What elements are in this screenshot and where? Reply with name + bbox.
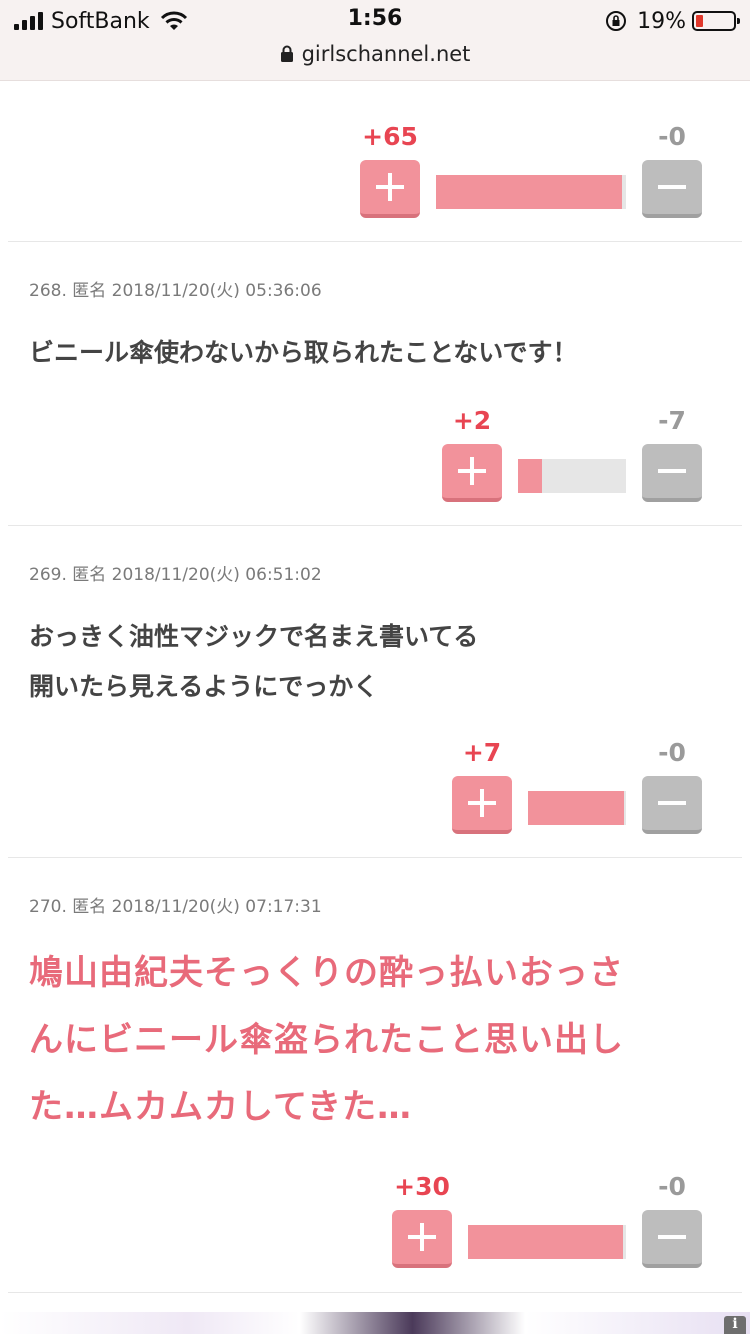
battery-percent: 19% [637,8,686,34]
comment-text-line: んにビニール傘盗られたこと思い出し [29,1020,624,1060]
comment-text-highlighted: 鳩山由紀夫そっくりの酔っ払いおっさ んにビニール傘盗られたこと思い出し た…ムカ… [29,940,719,1141]
browser-top-bar: SoftBank 1:56 19% girlschannel.net [0,0,750,81]
minus-count: -0 [658,738,686,767]
comment-text-line: た…ムカムカしてきた… [29,1087,412,1127]
comment-text-line: 鳩山由紀夫そっくりの酔っ払いおっさ [29,953,624,993]
plus-button[interactable] [360,160,420,218]
minus-button[interactable] [642,776,702,834]
ad-info-icon[interactable]: i [724,1316,746,1334]
vote-widget: +65 -0 [360,122,702,232]
comment-meta: 268. 匿名 2018/11/20(火) 05:36:06 [29,281,322,301]
vote-widget: +2 -7 [442,406,702,516]
comment-text: ビニール傘使わないから取られたことないです！ [29,338,578,367]
minus-count: -0 [658,1172,686,1201]
plus-count: +2 [452,406,492,435]
comment-divider [8,525,742,526]
comment-meta: 269. 匿名 2018/11/20(火) 06:51:02 [29,565,322,585]
minus-count: -0 [658,122,686,151]
vote-ratio-bar [468,1225,626,1259]
plus-count: +7 [462,738,502,767]
url-text: girlschannel.net [301,42,471,66]
battery-icon [692,11,740,31]
vote-widget: +30 -0 [392,1172,702,1282]
vote-ratio-bar [518,459,626,493]
minus-button[interactable] [642,1210,702,1268]
comment-divider [8,857,742,858]
comment-text: おっきく油性マジックで名まえ書いてる 開いたら見えるようにでっかく [29,612,719,712]
address-bar[interactable]: girlschannel.net [0,38,750,70]
plus-count: +30 [394,1172,450,1201]
comment-text-line: おっきく油性マジックで名まえ書いてる [29,622,479,651]
comment-divider [8,241,742,242]
plus-count: +65 [362,122,418,151]
minus-button[interactable] [642,444,702,502]
comment-text-line: 開いたら見えるようにでっかく [29,672,379,701]
lock-icon [280,45,293,62]
rotation-lock-icon [606,11,627,31]
ad-banner[interactable] [0,1312,750,1334]
vote-widget: +7 -0 [452,738,702,848]
plus-button[interactable] [442,444,502,502]
status-bar-right: 19% [605,6,740,36]
minus-button[interactable] [642,160,702,218]
vote-ratio-bar [528,791,626,825]
comment-meta: 270. 匿名 2018/11/20(火) 07:17:31 [29,897,322,917]
minus-count: -7 [658,406,686,435]
comment-divider [8,1292,742,1293]
vote-ratio-bar [436,175,626,209]
plus-button[interactable] [392,1210,452,1268]
plus-button[interactable] [452,776,512,834]
